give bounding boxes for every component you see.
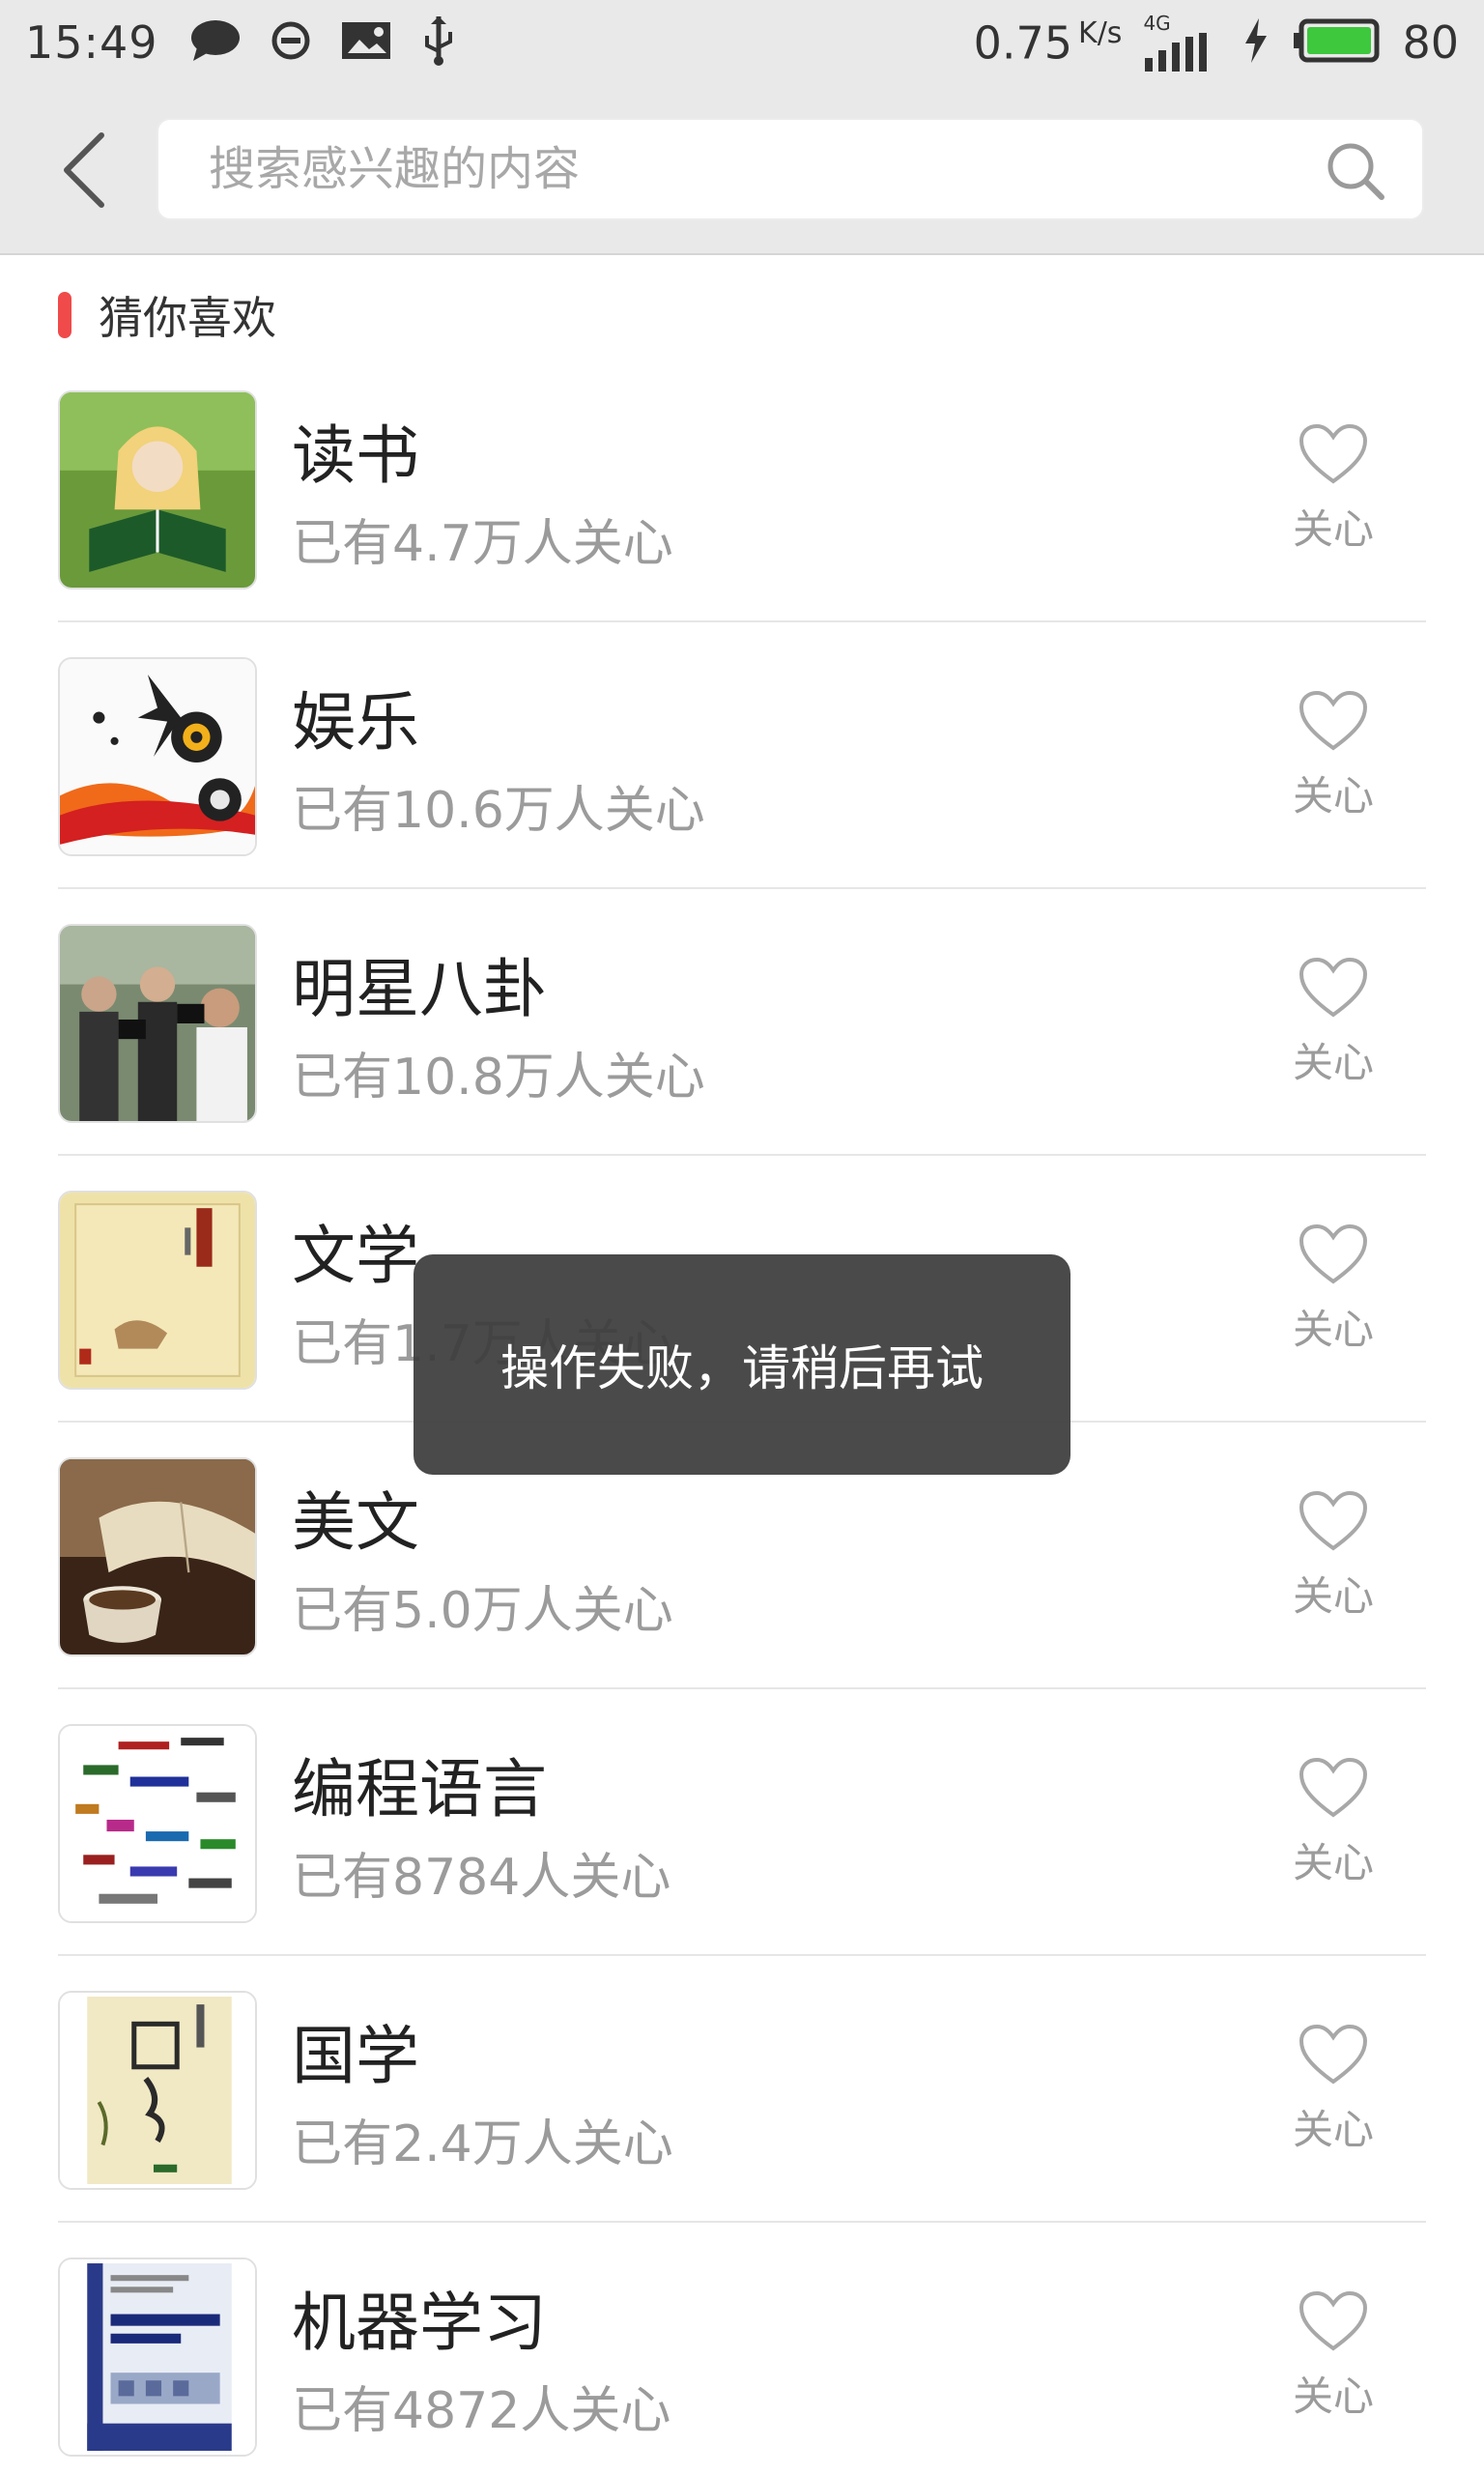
speed-unit: K/s bbox=[1078, 15, 1123, 50]
list-item[interactable]: 娱乐 已有10.6万人关心 关心 bbox=[0, 622, 1484, 889]
item-title: 国学 bbox=[292, 2019, 419, 2093]
list-item[interactable]: 国学 已有2.4万人关心 关心 bbox=[0, 1956, 1484, 2223]
heart-icon bbox=[1298, 1223, 1368, 1284]
follow-button[interactable]: 关心 bbox=[1275, 423, 1391, 559]
follow-label: 关心 bbox=[1292, 1572, 1374, 1620]
image-icon bbox=[340, 18, 392, 67]
item-subtitle: 已有8784人关心 bbox=[292, 1849, 671, 1907]
search-header bbox=[0, 85, 1484, 255]
battery-icon bbox=[1292, 17, 1381, 68]
item-subtitle: 已有10.6万人关心 bbox=[292, 782, 705, 840]
list-item[interactable]: 编程语言 已有8784人关心 关心 bbox=[0, 1689, 1484, 1956]
reading-girl-image bbox=[58, 390, 257, 590]
section-title: 猜你喜欢 bbox=[99, 292, 276, 344]
follow-label: 关心 bbox=[1292, 505, 1374, 553]
machine-learning-book-image bbox=[58, 2258, 257, 2457]
item-title: 编程语言 bbox=[292, 1752, 547, 1827]
follow-label: 关心 bbox=[1292, 1039, 1374, 1086]
back-arrow-icon bbox=[64, 132, 104, 208]
follow-label: 关心 bbox=[1292, 1306, 1374, 1353]
follow-button[interactable]: 关心 bbox=[1275, 2024, 1391, 2159]
list-item[interactable]: 机器学习 已有4872人关心 关心 bbox=[0, 2223, 1484, 2474]
follow-button[interactable]: 关心 bbox=[1275, 2290, 1391, 2426]
charging-icon bbox=[1241, 16, 1270, 69]
section-header: 猜你喜欢 bbox=[58, 286, 276, 344]
search-input[interactable] bbox=[209, 120, 1271, 218]
guoxue-cover-image bbox=[58, 1991, 257, 2190]
heart-icon bbox=[1298, 957, 1368, 1018]
heart-icon bbox=[1298, 2290, 1368, 2351]
paparazzi-image bbox=[58, 924, 257, 1123]
item-title: 读书 bbox=[292, 418, 419, 493]
heart-icon bbox=[1298, 1490, 1368, 1551]
speed-value: 0.75 bbox=[973, 16, 1073, 70]
error-toast: 操作失败，请稍后再试 bbox=[414, 1254, 1070, 1475]
programming-words-image bbox=[58, 1724, 257, 1923]
circle-minus-icon bbox=[271, 20, 311, 65]
notification-icons bbox=[189, 14, 456, 71]
follow-button[interactable]: 关心 bbox=[1275, 957, 1391, 1092]
item-subtitle: 已有5.0万人关心 bbox=[292, 1582, 673, 1640]
item-title: 机器学习 bbox=[292, 2286, 547, 2360]
follow-button[interactable]: 关心 bbox=[1275, 1223, 1391, 1359]
message-icon bbox=[189, 18, 242, 67]
network-speed: 0.75 K/s bbox=[974, 16, 1123, 69]
item-title: 文学 bbox=[292, 1219, 419, 1293]
follow-label: 关心 bbox=[1292, 772, 1374, 820]
item-subtitle: 已有2.4万人关心 bbox=[292, 2115, 673, 2173]
item-title: 美文 bbox=[292, 1485, 419, 1560]
network-type: 4G bbox=[1143, 12, 1171, 35]
search-box[interactable] bbox=[157, 118, 1424, 220]
toast-message: 操作失败，请稍后再试 bbox=[500, 1340, 984, 1396]
heart-icon bbox=[1298, 2024, 1368, 2085]
follow-label: 关心 bbox=[1292, 1839, 1374, 1886]
follow-button[interactable]: 关心 bbox=[1275, 1757, 1391, 1892]
list-item[interactable]: 明星八卦 已有10.8万人关心 关心 bbox=[0, 889, 1484, 1156]
search-icon[interactable] bbox=[1326, 141, 1385, 201]
follow-label: 关心 bbox=[1292, 2373, 1374, 2420]
status-time: 15:49 bbox=[25, 16, 158, 69]
follow-label: 关心 bbox=[1292, 2106, 1374, 2153]
item-subtitle: 已有4.7万人关心 bbox=[292, 515, 673, 573]
music-speakers-image bbox=[58, 657, 257, 856]
battery-level: 80 bbox=[1402, 16, 1459, 69]
signal-icon: 4G bbox=[1143, 14, 1220, 72]
item-title: 娱乐 bbox=[292, 685, 419, 760]
book-and-tea-image bbox=[58, 1457, 257, 1656]
usb-icon bbox=[421, 14, 456, 71]
book-cover-image bbox=[58, 1191, 257, 1390]
item-subtitle: 已有10.8万人关心 bbox=[292, 1049, 705, 1107]
follow-button[interactable]: 关心 bbox=[1275, 690, 1391, 825]
section-accent-bar bbox=[58, 292, 71, 338]
heart-icon bbox=[1298, 1757, 1368, 1818]
item-title: 明星八卦 bbox=[292, 952, 547, 1026]
status-bar: 15:49 0.75 K/s 4G 80 bbox=[0, 0, 1484, 85]
back-button[interactable] bbox=[50, 128, 118, 213]
heart-icon bbox=[1298, 423, 1368, 484]
status-right: 0.75 K/s 4G 80 bbox=[974, 14, 1459, 72]
item-subtitle: 已有4872人关心 bbox=[292, 2382, 671, 2440]
heart-icon bbox=[1298, 690, 1368, 751]
follow-button[interactable]: 关心 bbox=[1275, 1490, 1391, 1625]
list-item[interactable]: 读书 已有4.7万人关心 关心 bbox=[0, 356, 1484, 622]
